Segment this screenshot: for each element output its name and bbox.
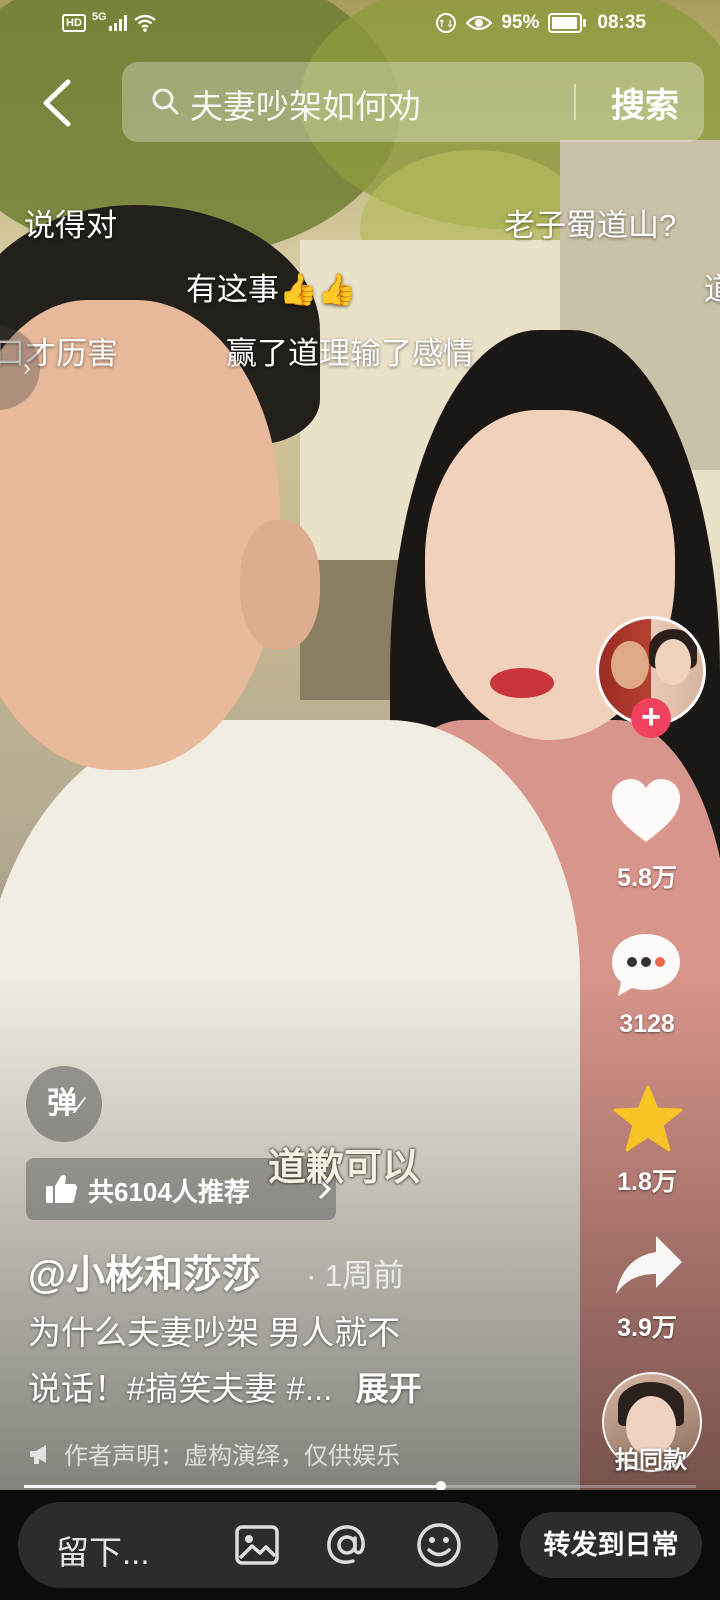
status-right: ↑↓ 95% 08:35: [435, 12, 646, 34]
bottom-bar: 留下... 转发到日常: [0, 1490, 720, 1600]
author-declaration: 作者声明：虚构演绎，仅供娱乐: [28, 1436, 400, 1471]
data-saver-icon: ↑↓: [436, 13, 457, 33]
favorite-count: 1.8万: [617, 1168, 677, 1196]
recommend-count: 共6104人推荐: [88, 1177, 250, 1207]
video-progress-bar[interactable]: [24, 1481, 696, 1491]
status-bar: HD 5G ↑↓ 95% 08:35: [0, 0, 720, 48]
status-left: HD 5G: [62, 11, 157, 32]
description-line: 说话！#搞笑夫妻 #... 展开: [28, 1362, 588, 1410]
description-text: 说话！#搞笑夫妻 #...: [28, 1370, 333, 1407]
comment-input[interactable]: 留下...: [18, 1502, 498, 1588]
danmaku-comment: 赢了道理输了感情: [226, 336, 474, 371]
comment-count: 3128: [619, 1010, 675, 1038]
search-bar[interactable]: 夫妻吵架如何劝 搜索: [122, 62, 704, 142]
image-icon[interactable]: [232, 1520, 282, 1570]
search-icon: [152, 88, 179, 115]
share-count: 3.9万: [617, 1314, 677, 1342]
declaration-text: 作者声明：虚构演绎，仅供娱乐: [64, 1443, 400, 1470]
repost-to-daily-button[interactable]: 转发到日常: [520, 1512, 702, 1578]
search-button[interactable]: 搜索: [590, 78, 700, 127]
battery-percent: 95%: [501, 12, 540, 33]
progress-fill: [24, 1485, 441, 1488]
danmaku-comment: 有这事👍👍: [186, 272, 357, 307]
danmaku-comment: 说得对: [24, 208, 117, 243]
danmaku-comment: 道: [704, 272, 720, 307]
comment-placeholder: 留下...: [56, 1534, 150, 1571]
svg-text:↑↓: ↑↓: [438, 19, 455, 30]
danmaku-toggle-button[interactable]: 弹⁄: [26, 1066, 102, 1142]
mention-icon[interactable]: [322, 1520, 372, 1570]
heart-icon[interactable]: [608, 776, 684, 846]
woman-lips: [490, 668, 554, 698]
megaphone-icon: [30, 1444, 46, 1464]
hd-badge: HD: [62, 14, 86, 32]
network-type: 5G: [91, 11, 107, 23]
eye-comfort-icon: [466, 15, 493, 31]
danmaku-toggle-label: 弹: [47, 1087, 78, 1120]
share-arrow-icon[interactable]: [612, 1232, 686, 1298]
follow-plus-button[interactable]: +: [631, 698, 671, 738]
video-subtitle: 道歉可以: [268, 1147, 421, 1189]
like-count: 5.8万: [617, 864, 677, 892]
description-line: 为什么夫妻吵架 男人就不: [28, 1314, 401, 1351]
man-ear: [240, 520, 320, 650]
comment-icon[interactable]: [608, 930, 684, 1000]
danmaku-comment: 老子蜀道山?: [504, 208, 677, 243]
wifi-icon: [133, 14, 156, 32]
thumbs-up-icon: [46, 1174, 77, 1203]
battery-icon: [548, 13, 587, 33]
post-time: · 1周前: [306, 1258, 405, 1293]
avatar-person: [611, 641, 649, 689]
expand-link[interactable]: 展开: [356, 1370, 422, 1407]
back-arrow-icon[interactable]: [36, 78, 80, 128]
star-icon[interactable]: [612, 1084, 684, 1154]
chevron-right-icon: ›: [23, 355, 31, 380]
author-name[interactable]: @小彬和莎莎: [28, 1244, 261, 1300]
same-style-label[interactable]: 拍同款: [604, 1440, 698, 1475]
emoji-icon[interactable]: [414, 1520, 464, 1570]
signal-icon: [108, 15, 127, 31]
avatar-person: [655, 639, 691, 685]
clock: 08:35: [597, 12, 646, 33]
search-divider: [574, 84, 576, 120]
danmaku-pen-icon: ⁄: [77, 1093, 81, 1118]
search-query[interactable]: 夫妻吵架如何劝: [190, 80, 421, 128]
